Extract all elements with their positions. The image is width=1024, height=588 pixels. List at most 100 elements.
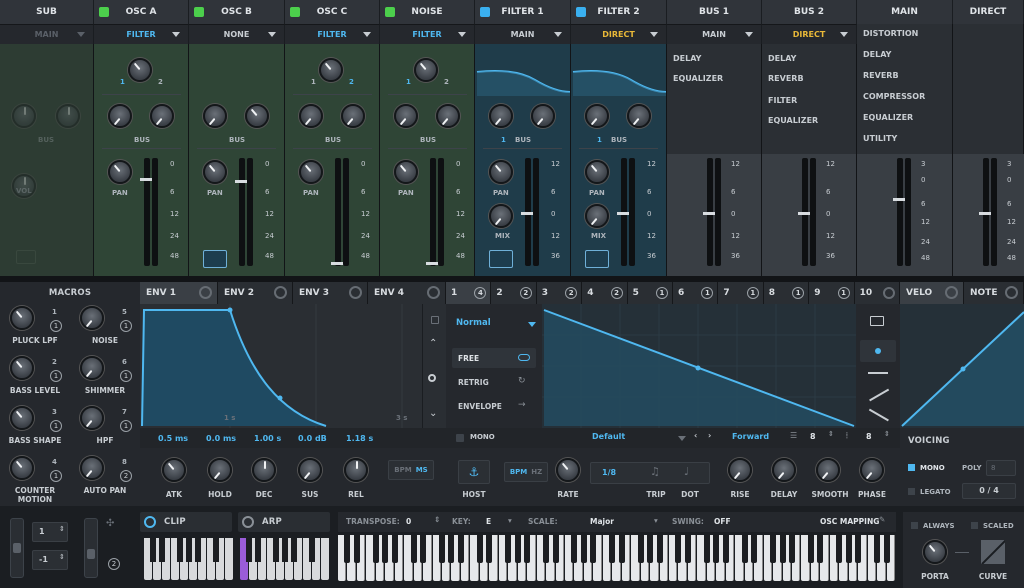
- piano-black-key[interactable]: [571, 535, 578, 563]
- scaled-checkbox[interactable]: [971, 522, 978, 529]
- grid-y-value[interactable]: 8: [866, 432, 872, 441]
- macro-2-mod-count[interactable]: 1: [120, 320, 132, 332]
- filter-1-header[interactable]: FILTER 1: [475, 0, 571, 24]
- arp-power-icon[interactable]: [242, 516, 254, 528]
- noise-pan-knob[interactable]: [394, 160, 418, 184]
- osc-b-bus1-knob[interactable]: [203, 104, 227, 128]
- tab-lfo-1[interactable]: 14: [446, 282, 492, 304]
- noise-bus1-knob[interactable]: [394, 104, 418, 128]
- bus-1-fader[interactable]: [703, 158, 717, 266]
- direct-header[interactable]: DIRECT: [953, 0, 1024, 24]
- mini-black-key[interactable]: [186, 538, 192, 562]
- delay-knob[interactable]: [772, 458, 796, 482]
- piano-black-key[interactable]: [883, 535, 890, 563]
- swing-value[interactable]: OFF: [714, 517, 731, 526]
- lfo-sync-toggle[interactable]: BPM HZ: [504, 462, 548, 482]
- piano-black-key[interactable]: [722, 535, 729, 563]
- piano-black-key[interactable]: [524, 535, 531, 563]
- filter-2-enable-toggle[interactable]: [576, 7, 586, 17]
- ramp-up-icon[interactable]: [869, 388, 889, 401]
- noise-level-fader[interactable]: [426, 158, 440, 266]
- mini-black-key[interactable]: [150, 538, 156, 562]
- tab-lfo-5[interactable]: 51: [627, 282, 673, 304]
- rate-knob[interactable]: [556, 458, 580, 482]
- osc-c-bus2-knob[interactable]: [341, 104, 365, 128]
- filter-2-bus2-knob[interactable]: [627, 104, 651, 128]
- filter-shape-icon[interactable]: [489, 250, 513, 268]
- export-icon[interactable]: [870, 316, 884, 326]
- lfo-retrig-option[interactable]: RETRIG: [458, 378, 489, 387]
- piano-black-key[interactable]: [845, 535, 852, 563]
- osc-a-routing-select[interactable]: FILTER: [94, 24, 189, 44]
- piano-black-key[interactable]: [552, 535, 559, 563]
- filter-shape-icon[interactable]: [585, 250, 609, 268]
- tab-lfo-2[interactable]: 22: [491, 282, 537, 304]
- tab-lfo-2-mod-count[interactable]: 2: [519, 287, 532, 299]
- tab-lfo-6-mod-count[interactable]: 1: [701, 287, 714, 299]
- stepper-icon[interactable]: ⇕: [434, 515, 440, 524]
- filter-shape-icon[interactable]: [203, 250, 227, 268]
- bpm-option[interactable]: BPM: [510, 468, 527, 476]
- osc-a-level-fader[interactable]: [140, 158, 154, 266]
- macro-2-label[interactable]: NOISE: [70, 336, 140, 345]
- octave-up-stepper[interactable]: 1 ⇕: [32, 522, 68, 542]
- osc-c-header[interactable]: OSC C: [285, 0, 380, 24]
- piano-black-key[interactable]: [514, 535, 521, 563]
- bus-1-fx-equalizer[interactable]: EQUALIZER: [673, 74, 723, 83]
- noise-routing-select[interactable]: FILTER: [380, 24, 475, 44]
- piano-black-key[interactable]: [836, 535, 843, 563]
- main-header[interactable]: MAIN: [857, 0, 953, 24]
- stepper-icon[interactable]: ⇕: [828, 430, 834, 438]
- arp-header[interactable]: ARP: [238, 512, 330, 532]
- bus-2-fx-reverb[interactable]: REVERB: [768, 74, 804, 83]
- flat-line-icon[interactable]: [868, 372, 888, 374]
- sustain-knob[interactable]: [298, 458, 322, 482]
- osc-mapping-button[interactable]: OSC MAPPING: [820, 517, 879, 526]
- macro-2-knob[interactable]: [80, 306, 104, 330]
- sub-bus-2-knob[interactable]: [56, 104, 80, 128]
- piano-black-key[interactable]: [713, 535, 720, 563]
- filter-shape-icon[interactable]: [16, 250, 36, 264]
- tab-env-2[interactable]: ENV 2: [218, 282, 293, 304]
- main-fx-utility[interactable]: UTILITY: [863, 134, 897, 143]
- mod-wheel[interactable]: [84, 518, 98, 578]
- envelope-mod-icon[interactable]: [199, 286, 212, 299]
- bpm-option[interactable]: BPM: [394, 466, 411, 474]
- sustain-value[interactable]: 0.0 dB: [298, 434, 327, 443]
- lfo-direction-select[interactable]: Forward: [732, 432, 769, 441]
- piano-black-key[interactable]: [807, 535, 814, 563]
- piano-black-key[interactable]: [486, 535, 493, 563]
- osc-c-enable-toggle[interactable]: [290, 7, 300, 17]
- hz-option[interactable]: HZ: [531, 468, 542, 476]
- macro-5-mod-count[interactable]: 1: [50, 420, 62, 432]
- filter-2-level-fader[interactable]: [617, 158, 631, 266]
- bus-2-fx-filter[interactable]: FILTER: [768, 96, 797, 105]
- piano-black-key[interactable]: [817, 535, 824, 563]
- pencil-icon[interactable]: ✎: [879, 515, 885, 524]
- point-tool[interactable]: [860, 340, 896, 362]
- filter-2-mix-knob[interactable]: [585, 204, 609, 228]
- osc-b-pan-knob[interactable]: [203, 160, 227, 184]
- piano-black-key[interactable]: [391, 535, 398, 563]
- tab-lfo-5-mod-count[interactable]: 1: [655, 287, 668, 299]
- osc-a-bus1-knob[interactable]: [108, 104, 132, 128]
- move-icon[interactable]: ✣: [106, 518, 114, 529]
- piano-black-key[interactable]: [770, 535, 777, 563]
- piano-black-key[interactable]: [751, 535, 758, 563]
- chevron-down-icon[interactable]: [678, 436, 686, 441]
- macro-8-label[interactable]: AUTO PAN: [70, 486, 140, 495]
- macro-6-label[interactable]: HPF: [70, 436, 140, 445]
- poly-stepper[interactable]: 8: [986, 460, 1016, 476]
- macro-1-mod-count[interactable]: 1: [50, 320, 62, 332]
- tab-lfo-1-mod-count[interactable]: 4: [474, 287, 487, 299]
- bus-2-fader[interactable]: [798, 158, 812, 266]
- tab-lfo-8[interactable]: 81: [763, 282, 810, 304]
- lfo-mod-icon[interactable]: [882, 287, 895, 299]
- envelope-mod-icon[interactable]: [427, 286, 440, 299]
- macro-6-mod-count[interactable]: 1: [120, 420, 132, 432]
- macro-3-label[interactable]: BASS LEVEL: [0, 386, 70, 395]
- osc-c-bus1-knob[interactable]: [299, 104, 323, 128]
- lfo-preset-select[interactable]: Default: [592, 432, 625, 441]
- attack-value[interactable]: 0.5 ms: [158, 434, 188, 443]
- piano-black-key[interactable]: [543, 535, 550, 563]
